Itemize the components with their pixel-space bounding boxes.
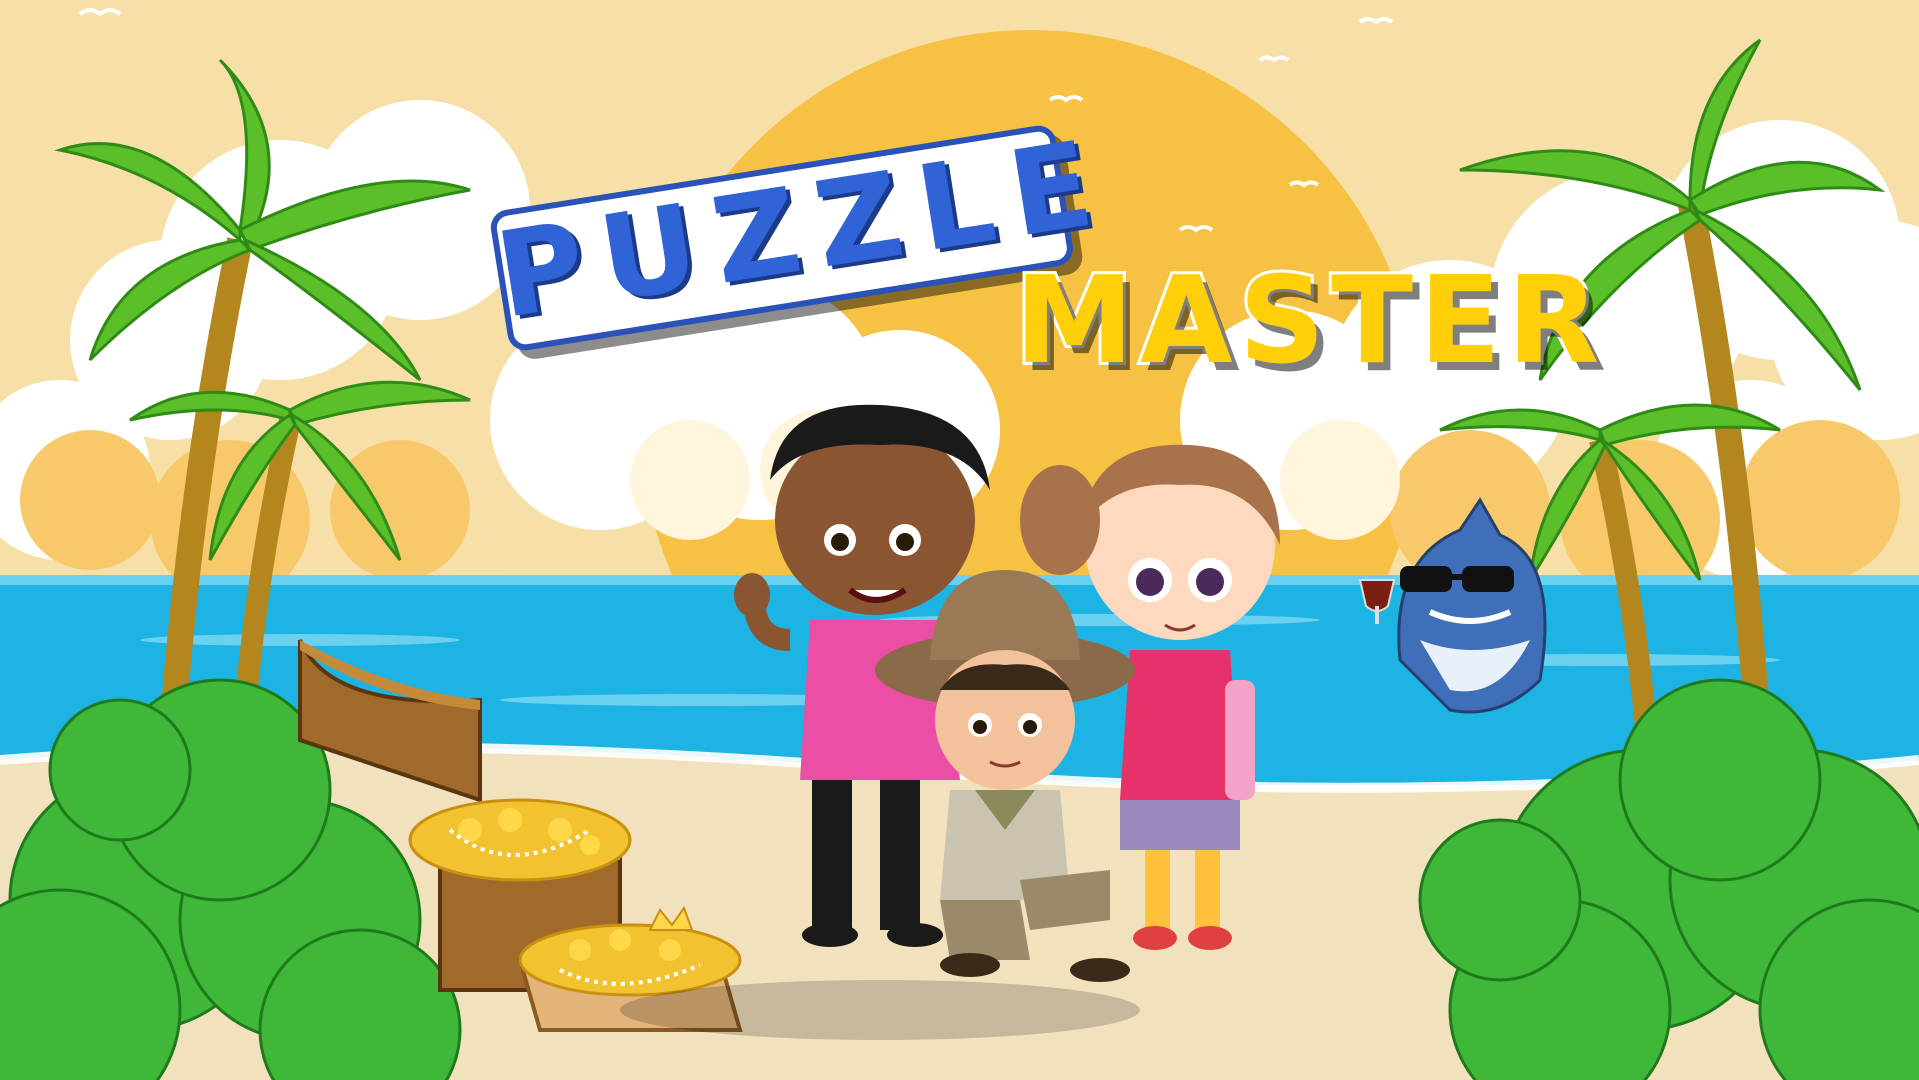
title-master: MASTER [1012, 249, 1606, 394]
game-title-screen: PUZZLE MASTER [0, 0, 1919, 1080]
characters-shadow [620, 980, 1140, 1040]
